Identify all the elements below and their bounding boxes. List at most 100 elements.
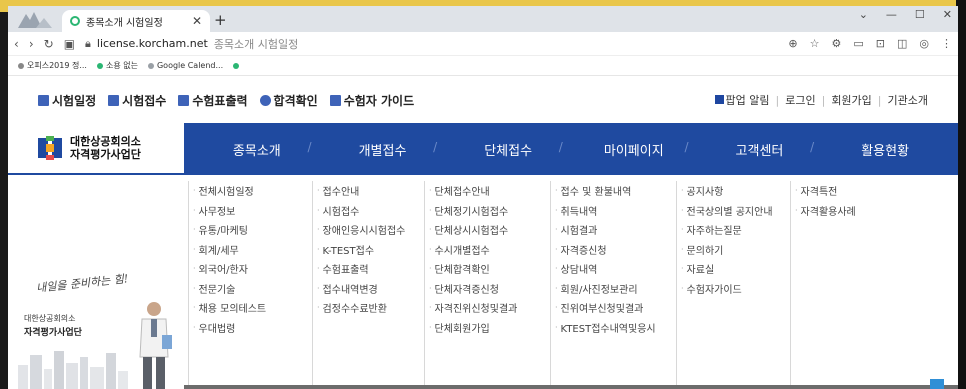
submenu-item[interactable]: 문의하기: [681, 240, 790, 260]
submenu-item[interactable]: 단체정기시험접수: [429, 201, 550, 221]
submenu-item[interactable]: 장애인응시시험접수: [317, 220, 424, 240]
address-host: license.korcham.net: [96, 37, 208, 50]
menu-item-intro[interactable]: 종목소개: [202, 140, 312, 159]
tab-title: 종목소개 시험일정: [86, 17, 163, 29]
reload-icon[interactable]: ↻: [44, 37, 54, 51]
submenu-item[interactable]: 전국상의별 공지안내: [681, 201, 790, 221]
signup-link[interactable]: 회원가입: [831, 92, 871, 108]
submenu-item[interactable]: 수시개별접수: [429, 240, 550, 260]
menu-item-mypage[interactable]: 마이페이지: [559, 140, 689, 159]
bookmark-favicon-icon: [18, 62, 24, 69]
submenu-item[interactable]: 수험표출력: [317, 259, 424, 279]
submenu-item[interactable]: 전체시험일정: [193, 181, 312, 201]
active-tab[interactable]: 종목소개 시험일정 ✕: [62, 10, 210, 32]
submenu-item[interactable]: 회계/세무: [193, 240, 312, 260]
submenu-item[interactable]: 검정수수료반환: [317, 298, 424, 318]
tab-search-icon[interactable]: ⌄: [859, 8, 868, 21]
submenu-item[interactable]: 자격활용사례: [795, 201, 894, 221]
minimize-button[interactable]: —: [886, 8, 897, 21]
site-info-icon[interactable]: ▣: [64, 37, 75, 51]
quick-links: 시험일정 시험접수 수험표출력 합격확인 수험자 가이드: [38, 92, 414, 109]
bookmark-item[interactable]: 소용 없는: [96, 60, 138, 71]
printer-icon: [178, 94, 190, 106]
new-tab-button[interactable]: +: [214, 11, 227, 29]
bookmark-item[interactable]: 오피스2019 정...: [18, 60, 87, 71]
cast-icon[interactable]: ▭: [853, 37, 863, 50]
submenu-item[interactable]: 단체상시시험접수: [429, 220, 550, 240]
login-link[interactable]: 로그인: [785, 92, 815, 108]
submenu-item[interactable]: 공지사항: [681, 181, 790, 201]
address-page-title: 종목소개 시험일정: [213, 37, 299, 51]
submenu-item[interactable]: 단체회원가입: [429, 318, 550, 338]
menu-item-individual-apply[interactable]: 개별접수: [307, 140, 437, 159]
submenu-item[interactable]: 단체접수안내: [429, 181, 550, 201]
submenu-item[interactable]: 자격증신청: [555, 240, 676, 260]
submenu-item[interactable]: 시험결과: [555, 220, 676, 240]
menu-item-group-apply[interactable]: 단체접수: [433, 140, 563, 159]
submenu-item[interactable]: 전문기술: [193, 279, 312, 299]
extension-icon[interactable]: ⚙: [831, 37, 841, 50]
quick-link-guide[interactable]: 수험자 가이드: [329, 92, 414, 109]
book-icon: [329, 94, 341, 106]
submenu-mypage: 접수 및 환불내역취득내역시험결과자격증신청상담내역회원/사진정보관리진위여부신…: [550, 181, 676, 389]
bookmark-item[interactable]: [233, 62, 240, 69]
submenu-item[interactable]: 상담내역: [555, 259, 676, 279]
divider: |: [877, 93, 882, 107]
medal-icon: [259, 94, 271, 106]
maximize-button[interactable]: ☐: [915, 8, 925, 21]
profile-icon[interactable]: ◎: [919, 37, 929, 50]
submenu-item[interactable]: 자주하는질문: [681, 220, 790, 240]
submenu-item[interactable]: 회원/사진정보관리: [555, 279, 676, 299]
submenu-item[interactable]: 우대법령: [193, 318, 312, 338]
address-field[interactable]: 🔒︎ license.korcham.net 종목소개 시험일정: [85, 36, 778, 52]
floating-badge-icon[interactable]: [930, 379, 944, 389]
submenu-item[interactable]: 접수 및 환불내역: [555, 181, 676, 201]
divider: |: [821, 93, 826, 107]
back-icon[interactable]: ‹: [14, 37, 19, 51]
screenshot-icon[interactable]: ⊡: [876, 37, 885, 50]
submenu-item[interactable]: 유통/마케팅: [193, 220, 312, 240]
menu-item-usage[interactable]: 활용현황: [810, 140, 940, 159]
submenu-item[interactable]: 접수내역변경: [317, 279, 424, 299]
submenu-item[interactable]: 수험자가이드: [681, 279, 790, 299]
quick-link-exam-apply[interactable]: 시험접수: [108, 92, 166, 109]
zoom-icon[interactable]: ⊕: [788, 37, 797, 50]
bookmark-star-icon[interactable]: ☆: [810, 37, 820, 50]
site-logo[interactable]: 대한상공회의소 자격평가사업단: [8, 123, 184, 175]
promo-slogan: 내일을 준비하는 힘!: [35, 272, 129, 295]
about-link[interactable]: 기관소개: [888, 92, 928, 108]
submenu-intro: 전체시험일정사무정보유통/마케팅회계/세무외국어/한자전문기술채용 모의테스트우…: [188, 181, 312, 389]
submenu-item[interactable]: 시험접수: [317, 201, 424, 221]
quick-link-admission-ticket[interactable]: 수험표출력: [178, 92, 248, 109]
submenu-item[interactable]: 자격진위신청및결과: [429, 298, 550, 318]
submenu-item[interactable]: K-TEST접수: [317, 240, 424, 260]
submenu-item[interactable]: 채용 모의테스트: [193, 298, 312, 318]
quick-link-exam-schedule[interactable]: 시험일정: [38, 92, 96, 109]
submenu-item[interactable]: 사무정보: [193, 201, 312, 221]
more-menu-icon[interactable]: ⋮: [941, 37, 952, 50]
window-controls: ⌄ — ☐ ✕: [859, 8, 952, 21]
submenu-item[interactable]: KTEST접수내역및응시: [555, 318, 676, 338]
forward-icon[interactable]: ›: [29, 37, 34, 51]
submenu-item[interactable]: 단체합격확인: [429, 259, 550, 279]
calendar-icon: [38, 94, 49, 106]
submenu-item[interactable]: 외국어/한자: [193, 259, 312, 279]
submenu-item[interactable]: 진위여부신청및결과: [555, 298, 676, 318]
submenu-item[interactable]: 자료실: [681, 259, 790, 279]
submenu-item[interactable]: 취득내역: [555, 201, 676, 221]
submenu-item[interactable]: 자격특전: [795, 181, 894, 201]
menu-item-support[interactable]: 고객센터: [684, 140, 814, 159]
close-window-button[interactable]: ✕: [943, 8, 952, 21]
member-links: 팝업 알림 | 로그인 | 회원가입 | 기관소개: [714, 92, 928, 108]
tab-group-icon[interactable]: [16, 10, 56, 30]
submenu-item[interactable]: 단체자격증신청: [429, 279, 550, 299]
sidepanel-icon[interactable]: ◫: [897, 37, 907, 50]
popup-alert-link[interactable]: 팝업 알림: [714, 92, 770, 108]
close-tab-icon[interactable]: ✕: [192, 14, 202, 28]
quick-link-pass-check[interactable]: 합격확인: [259, 92, 318, 109]
lock-icon: 🔒︎: [85, 36, 91, 50]
bookmark-item[interactable]: Google Calend...: [147, 61, 223, 70]
promo-banner: 내일을 준비하는 힘! 대한상공회의소 자격평가사업단: [8, 175, 184, 389]
submenu-item[interactable]: 접수안내: [317, 181, 424, 201]
submenu-individual-apply: 접수안내시험접수장애인응시시험접수K-TEST접수수험표출력접수내역변경검정수수…: [312, 181, 424, 389]
